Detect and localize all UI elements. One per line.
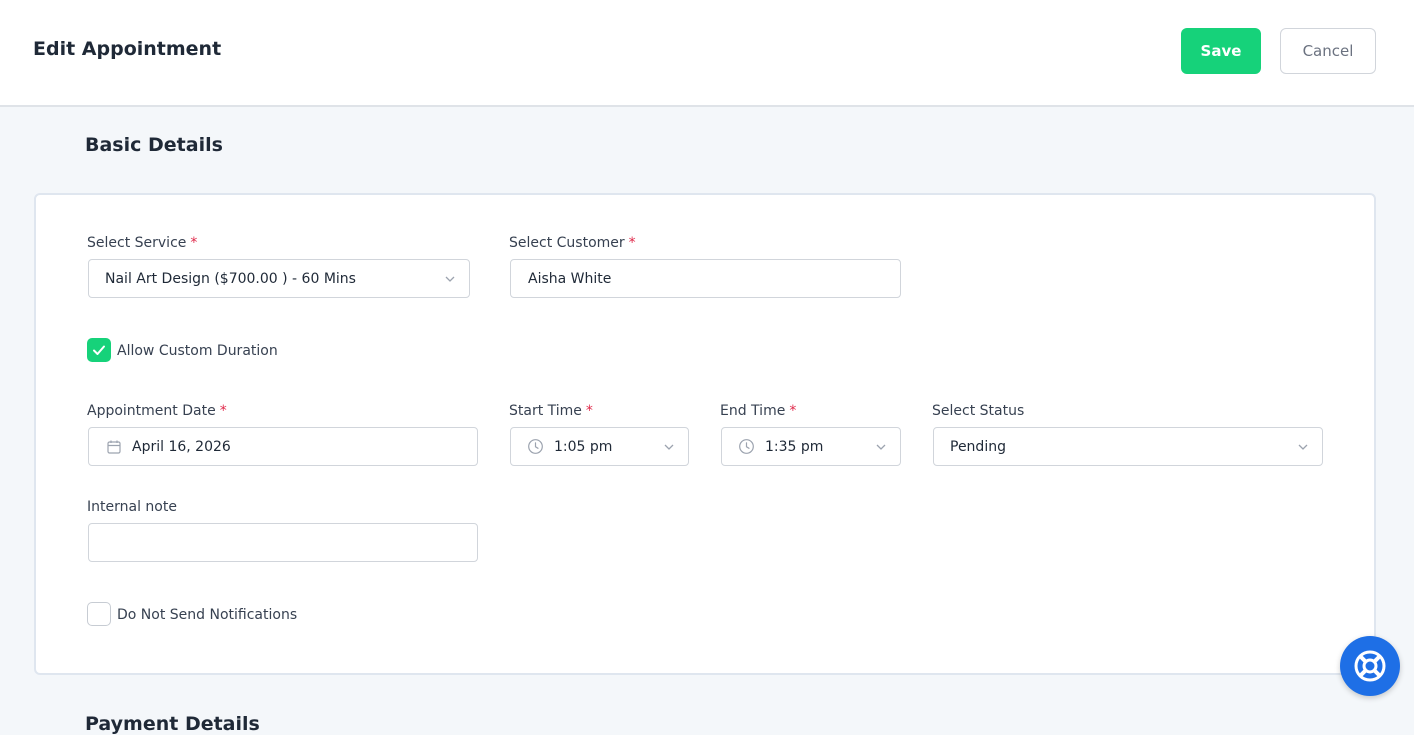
- end-time-label-text: End Time: [720, 403, 786, 419]
- internal-note-input[interactable]: [88, 523, 478, 562]
- status-select[interactable]: Pending: [933, 427, 1323, 466]
- start-time-label-text: Start Time: [509, 403, 582, 419]
- top-bar: Edit Appointment Save Cancel: [0, 0, 1414, 107]
- service-label: Select Service *: [87, 235, 197, 251]
- no-notifications-checkbox[interactable]: [87, 602, 111, 626]
- no-notifications-label: Do Not Send Notifications: [117, 607, 298, 623]
- service-label-text: Select Service: [87, 235, 187, 251]
- lifebuoy-icon: [1354, 650, 1386, 682]
- status-select-value: Pending: [950, 438, 1006, 455]
- appointment-date-value: April 16, 2026: [132, 438, 231, 455]
- date-label-text: Appointment Date: [87, 403, 216, 419]
- required-marker: *: [190, 235, 198, 251]
- service-select-value: Nail Art Design ($700.00 ) - 60 Mins: [105, 270, 356, 287]
- required-marker: *: [789, 403, 797, 419]
- page-title: Edit Appointment: [33, 38, 222, 60]
- required-marker: *: [628, 235, 636, 251]
- start-time-label: Start Time *: [509, 403, 593, 419]
- calendar-icon: [107, 440, 121, 454]
- customer-select-value: Aisha White: [528, 270, 612, 287]
- clock-icon: [528, 439, 543, 454]
- cancel-button[interactable]: Cancel: [1280, 28, 1376, 74]
- chevron-down-icon: [1298, 444, 1308, 450]
- end-time-label: End Time *: [720, 403, 796, 419]
- save-button[interactable]: Save: [1181, 28, 1261, 74]
- chevron-down-icon: [664, 444, 674, 450]
- check-icon: [93, 345, 105, 355]
- required-marker: *: [219, 403, 227, 419]
- payment-details-title: Payment Details: [85, 713, 260, 735]
- service-select[interactable]: Nail Art Design ($700.00 ) - 60 Mins: [88, 259, 470, 298]
- end-time-value: 1:35 pm: [765, 438, 824, 455]
- internal-note-label: Internal note: [87, 499, 177, 515]
- customer-label-text: Select Customer: [509, 235, 625, 251]
- date-label: Appointment Date *: [87, 403, 227, 419]
- custom-duration-checkbox[interactable]: [87, 338, 111, 362]
- required-marker: *: [585, 403, 593, 419]
- end-time-select[interactable]: 1:35 pm: [721, 427, 901, 466]
- appointment-date-input[interactable]: April 16, 2026: [88, 427, 478, 466]
- chevron-down-icon: [876, 444, 886, 450]
- custom-duration-label: Allow Custom Duration: [117, 343, 278, 359]
- customer-label: Select Customer *: [509, 235, 636, 251]
- help-button[interactable]: [1340, 636, 1400, 696]
- chevron-down-icon: [445, 276, 455, 282]
- start-time-value: 1:05 pm: [554, 438, 613, 455]
- start-time-select[interactable]: 1:05 pm: [510, 427, 689, 466]
- customer-select[interactable]: Aisha White: [510, 259, 901, 298]
- status-label: Select Status: [932, 403, 1025, 419]
- clock-icon: [739, 439, 754, 454]
- section-title: Basic Details: [85, 134, 223, 156]
